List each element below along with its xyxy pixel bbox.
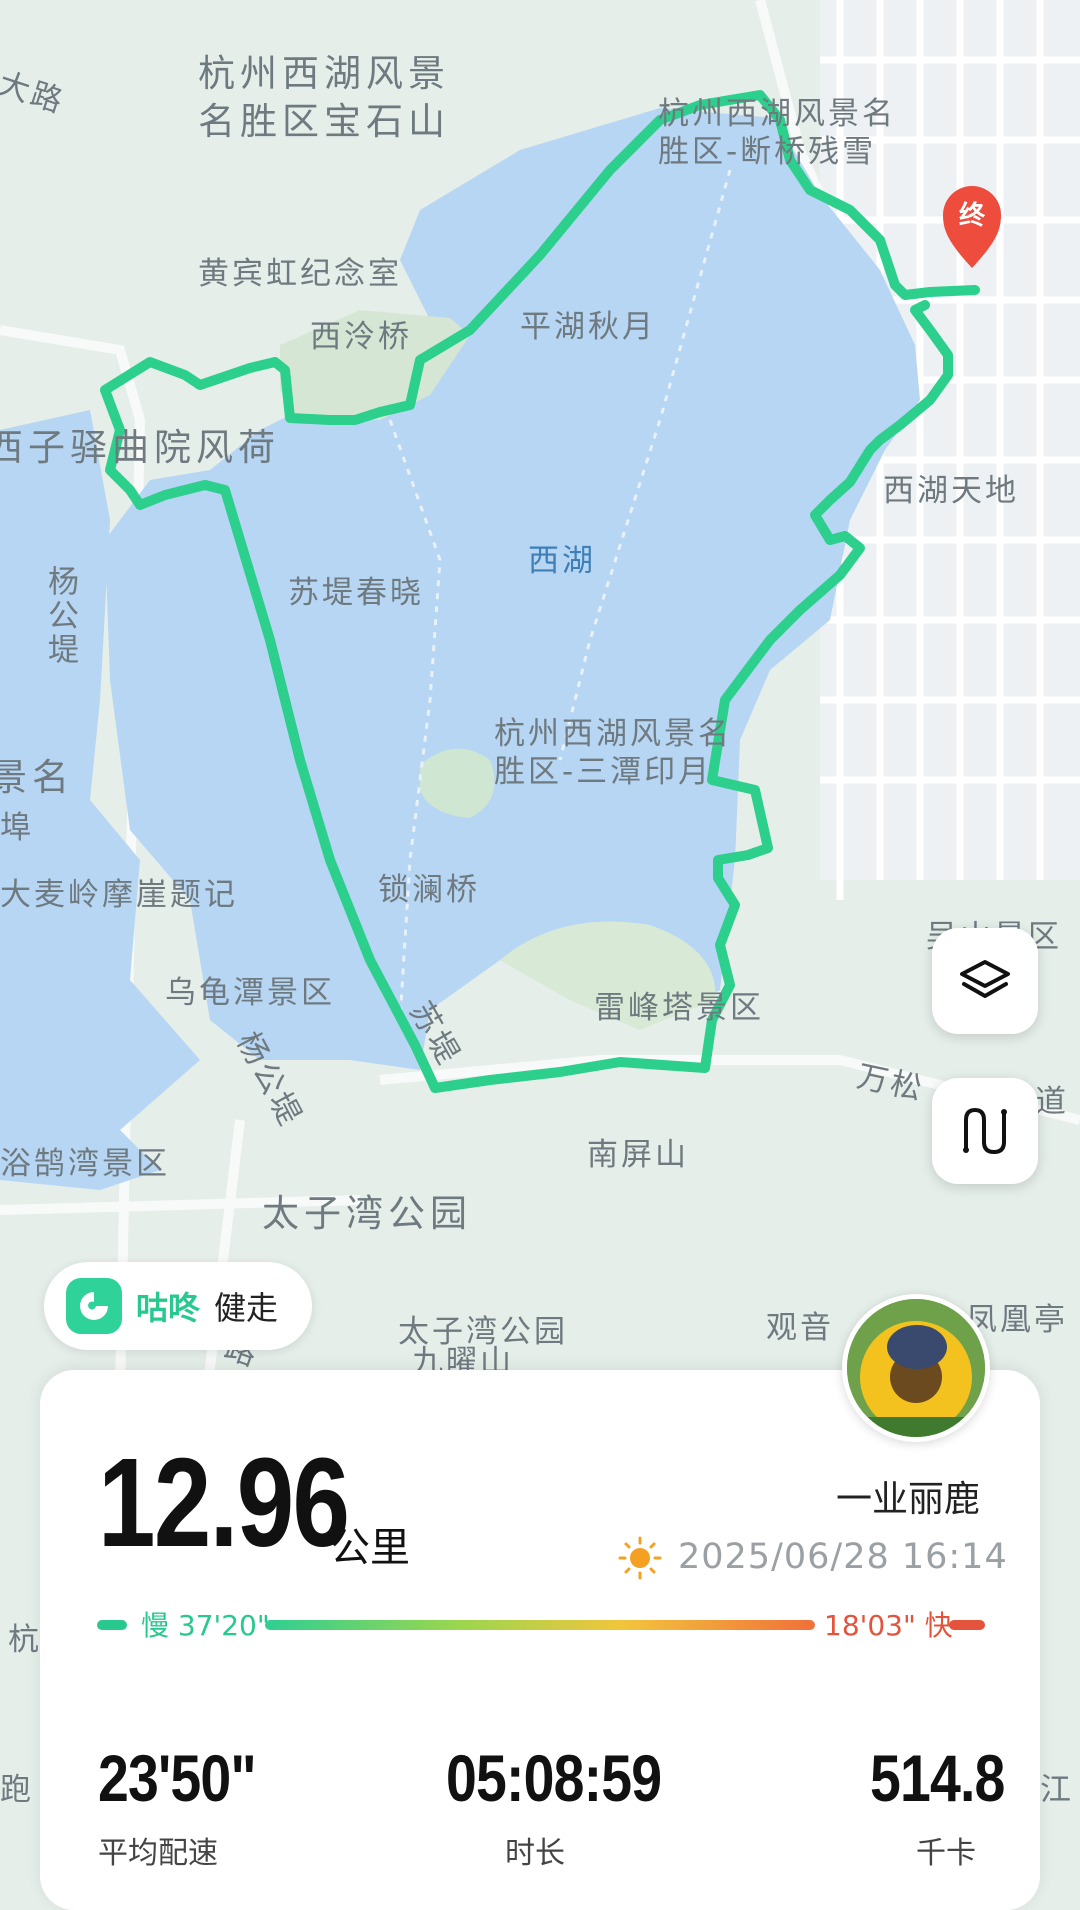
calories-value: 514.8 — [870, 1741, 1005, 1815]
username: 一业丽鹿 — [835, 1479, 980, 1520]
pace-slow-label: 慢 37'20" — [141, 1609, 270, 1642]
svg-text:观音: 观音 — [766, 1310, 834, 1346]
svg-text:胜区-三潭印月: 胜区-三潭印月 — [494, 754, 712, 790]
route-icon — [963, 1107, 1007, 1155]
svg-text:乌龟潭景区: 乌龟潭景区 — [165, 975, 335, 1011]
distance-value: 12.96 — [98, 1432, 350, 1573]
pace-legend: 慢 37'20" 18'03" 快 — [97, 1609, 985, 1642]
svg-text:杭: 杭 — [8, 1622, 42, 1658]
layers-button[interactable] — [932, 928, 1038, 1034]
svg-text:雷峰塔景区: 雷峰塔景区 — [594, 990, 764, 1026]
codoon-logo-icon — [66, 1278, 122, 1334]
svg-text:浴鹄湾景区: 浴鹄湾景区 — [0, 1146, 170, 1182]
pace-fast-label: 18'03" 快 — [824, 1609, 953, 1642]
svg-text:景名: 景名 — [0, 756, 74, 799]
svg-text:终: 终 — [959, 200, 986, 231]
layers-icon — [960, 960, 1010, 998]
svg-text:大麦岭摩崖题记: 大麦岭摩崖题记 — [0, 877, 238, 913]
svg-text:杭州西湖风景名: 杭州西湖风景名 — [658, 96, 896, 132]
distance-unit: 公里 — [330, 1525, 410, 1571]
svg-text:杨公堤: 杨公堤 — [42, 565, 79, 667]
svg-text:平湖秋月: 平湖秋月 — [520, 309, 656, 345]
svg-text:锁澜桥: 锁澜桥 — [378, 872, 480, 908]
avg-pace-label: 平均配速 — [98, 1836, 218, 1871]
svg-text:跑: 跑 — [0, 1772, 34, 1808]
svg-text:南屏山: 南屏山 — [587, 1137, 689, 1173]
duration-label: 时长 — [505, 1836, 565, 1871]
brand-chip: 咕咚 健走 — [44, 1262, 313, 1350]
avatar[interactable] — [842, 1294, 990, 1442]
svg-text:西子驿曲院风荷: 西子驿曲院风荷 — [0, 426, 280, 469]
route-replay-button[interactable] — [932, 1078, 1038, 1184]
workout-datetime: 2025/06/28 16:14 — [678, 1537, 1008, 1577]
pace-fast-swatch — [949, 1620, 985, 1630]
svg-text:黄宾虹纪念室: 黄宾虹纪念室 — [198, 256, 402, 292]
svg-text:埠: 埠 — [0, 810, 34, 846]
svg-text:西泠桥: 西泠桥 — [310, 319, 412, 355]
svg-text:太子湾公园: 太子湾公园 — [262, 1192, 472, 1235]
svg-text:杭州西湖风景: 杭州西湖风景 — [198, 52, 450, 95]
svg-text:西湖天地: 西湖天地 — [883, 473, 1019, 509]
sun-icon — [618, 1536, 662, 1584]
svg-text:江: 江 — [1040, 1772, 1074, 1808]
brand-name: 咕咚 — [136, 1289, 201, 1327]
activity-type: 健走 — [214, 1289, 279, 1327]
svg-text:西湖: 西湖 — [528, 543, 596, 579]
pace-gradient-bar — [265, 1620, 815, 1630]
pace-slow-swatch — [97, 1620, 127, 1630]
svg-text:名胜区宝石山: 名胜区宝石山 — [198, 100, 450, 143]
svg-text:胜区-断桥残雪: 胜区-断桥残雪 — [658, 134, 876, 170]
svg-text:苏堤春晓: 苏堤春晓 — [288, 575, 424, 611]
duration-value: 05:08:59 — [446, 1741, 662, 1815]
avg-pace-value: 23'50" — [98, 1741, 257, 1815]
svg-text:杭州西湖风景名: 杭州西湖风景名 — [494, 716, 732, 752]
svg-text:道: 道 — [1035, 1084, 1069, 1120]
calories-label: 千卡 — [916, 1836, 976, 1871]
